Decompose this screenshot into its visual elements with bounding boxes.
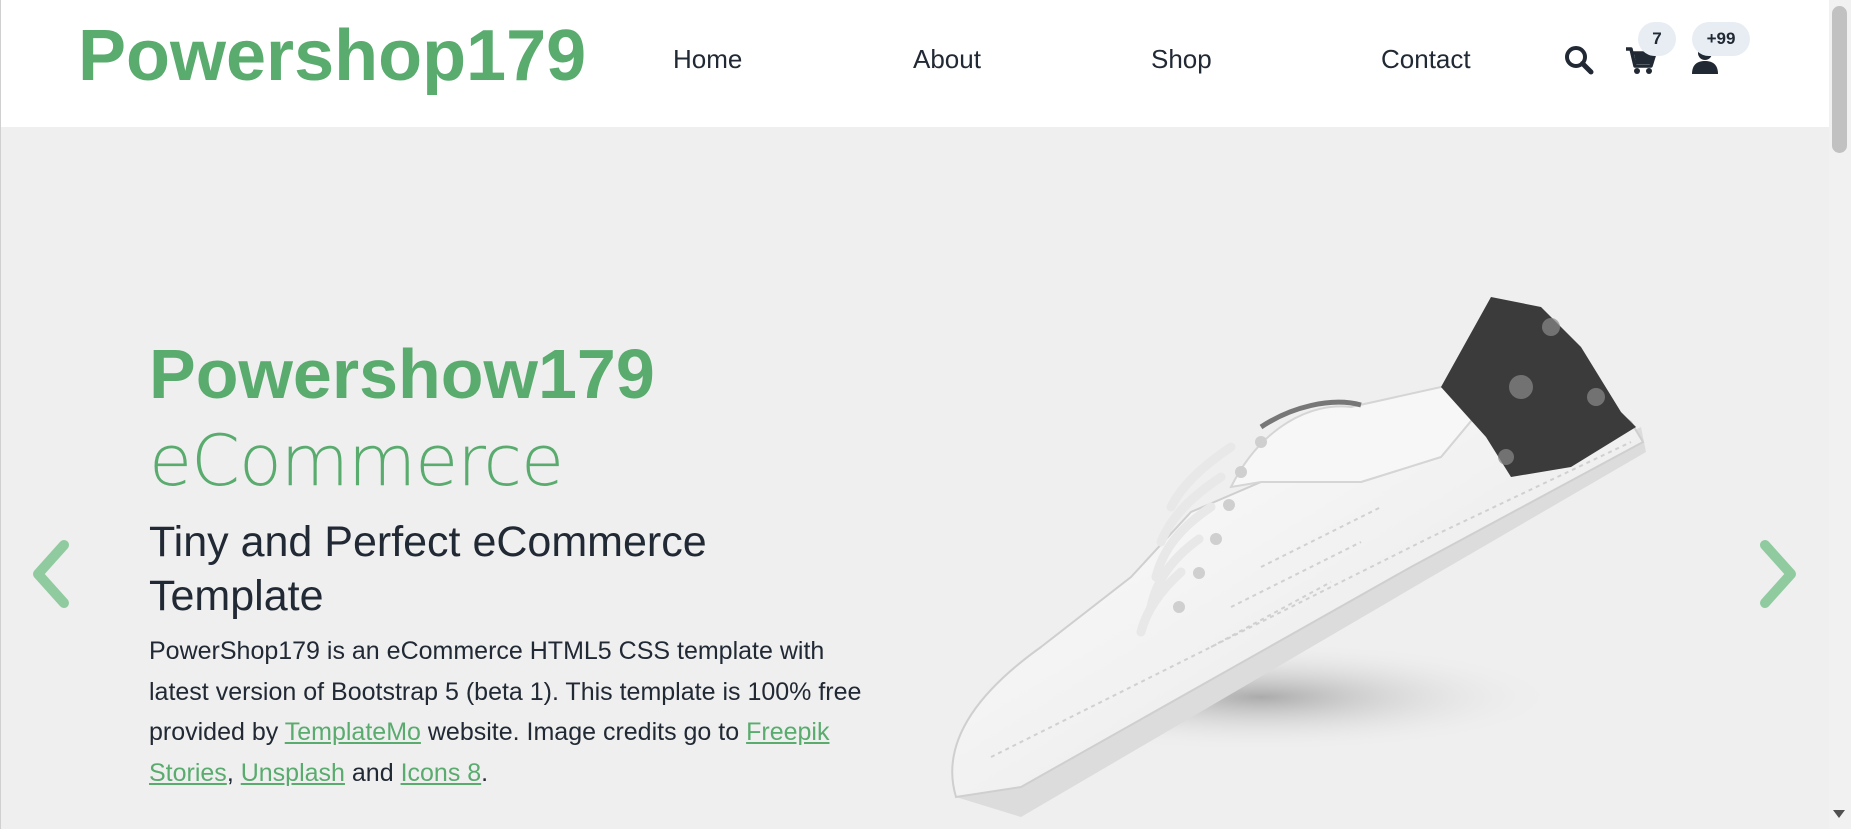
unsplash-link[interactable]: Unsplash xyxy=(241,759,345,787)
icons8-link[interactable]: Icons 8 xyxy=(401,759,482,787)
hero-heading: Tiny and Perfect eCommerce Template xyxy=(149,518,707,620)
nav-contact[interactable]: Contact xyxy=(1381,42,1471,76)
hero-description: PowerShop179 is an eCommerce HTML5 CSS t… xyxy=(149,637,862,787)
site-header: Powershop179 Home About Shop Contact 7 +… xyxy=(1,0,1830,127)
user-count-badge: +99 xyxy=(1692,22,1750,56)
search-icon[interactable] xyxy=(1563,44,1595,76)
nav-home[interactable]: Home xyxy=(673,42,742,76)
hero-title: Powershow179 xyxy=(149,335,655,413)
scroll-down-icon[interactable] xyxy=(1833,810,1845,818)
hero-subtitle: eCommerce xyxy=(149,420,564,502)
page: Powershop179 Home About Shop Contact 7 +… xyxy=(0,0,1830,829)
templatemo-link[interactable]: TemplateMo xyxy=(285,718,421,746)
scrollbar-thumb[interactable] xyxy=(1832,6,1847,153)
hero-product-image xyxy=(931,277,1701,829)
nav-about[interactable]: About xyxy=(913,42,981,76)
carousel-next-icon[interactable] xyxy=(1755,539,1801,609)
carousel-prev-icon[interactable] xyxy=(28,539,74,609)
nav-shop[interactable]: Shop xyxy=(1151,42,1212,76)
cart-count-badge: 7 xyxy=(1638,22,1676,56)
brand-logo[interactable]: Powershop179 xyxy=(78,14,586,98)
hero-carousel: Powershow179 eCommerce Tiny and Perfect … xyxy=(1,127,1830,829)
